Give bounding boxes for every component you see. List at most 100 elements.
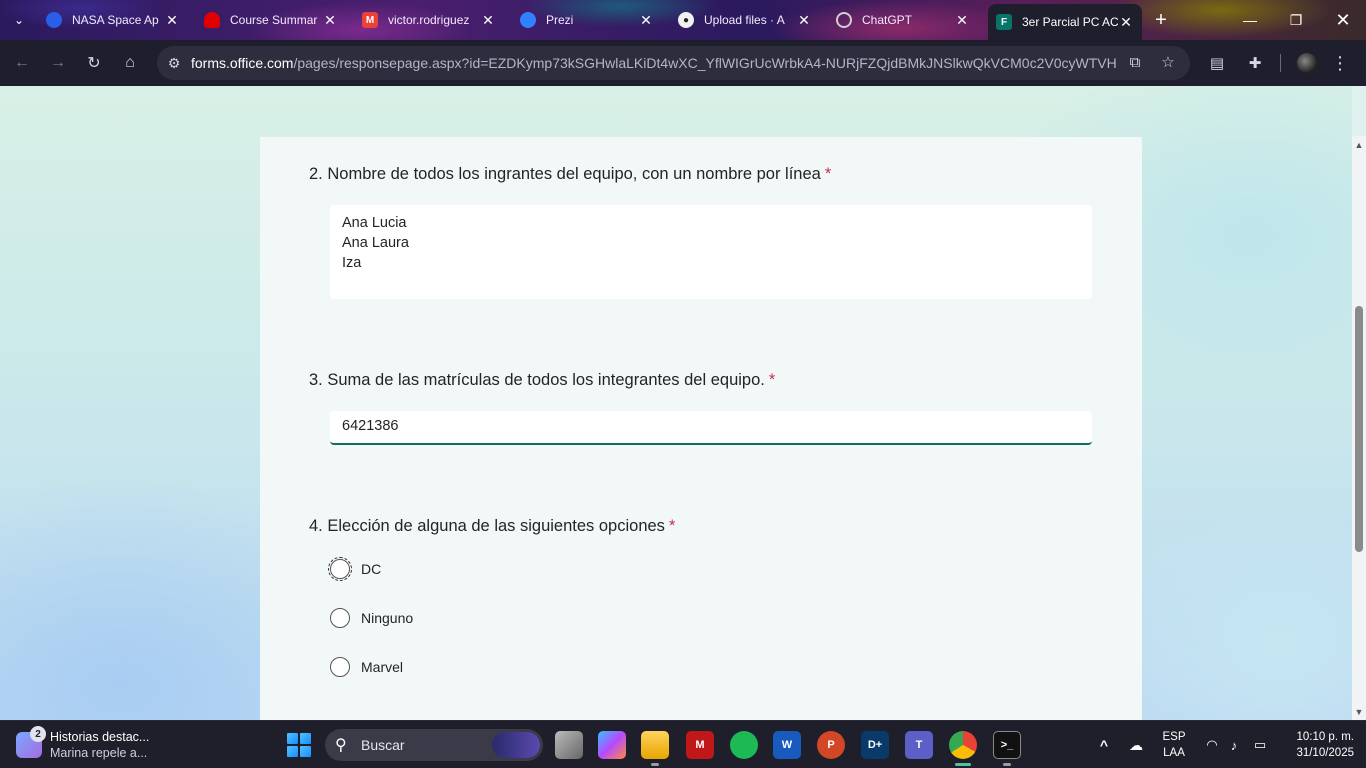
option-marvel[interactable]: Marvel — [330, 655, 403, 679]
scroll-thumb[interactable] — [1355, 306, 1363, 552]
option-label: DC — [361, 561, 382, 577]
mcafee-icon[interactable]: M — [686, 731, 714, 759]
question-4-title: 4. Elección de alguna de las siguientes … — [309, 517, 675, 536]
question-text: Nombre de todos los ingrantes del equipo… — [327, 165, 821, 183]
disney-plus-icon[interactable]: D+ — [861, 731, 889, 759]
onedrive-icon[interactable]: ☁ — [1122, 731, 1150, 759]
search-icon: ⚲ — [335, 737, 347, 754]
option-dc[interactable]: DC — [328, 557, 382, 581]
powerpoint-icon[interactable]: P — [817, 731, 845, 759]
extensions-puzzle-icon[interactable]: ✚ — [1243, 51, 1267, 75]
windows-start-icon[interactable] — [287, 733, 311, 757]
spotify-icon[interactable] — [730, 731, 758, 759]
gmail-icon: M — [362, 12, 378, 28]
close-icon[interactable]: ✕ — [164, 12, 180, 28]
bookmark-star-icon[interactable]: ☆ — [1157, 51, 1179, 73]
tab-chatgpt[interactable]: ChatGPT ✕ — [828, 6, 978, 34]
question-3-title: 3. Suma de las matrículas de todos los i… — [309, 371, 775, 390]
tab-github[interactable]: ● Upload files · A ✕ — [670, 6, 820, 34]
answer-value: 6421386 — [342, 418, 399, 434]
url-domain: forms.office.com — [191, 55, 294, 71]
tab-prezi[interactable]: Prezi ✕ — [512, 6, 662, 34]
redhat-icon — [204, 12, 220, 28]
chatgpt-icon — [836, 12, 852, 28]
more-menu-icon[interactable]: ⋮ — [1328, 51, 1352, 75]
minimize-icon[interactable]: — — [1238, 8, 1262, 32]
notification-badge: 2 — [30, 726, 46, 742]
close-icon[interactable]: ✕ — [322, 12, 338, 28]
close-icon[interactable]: ✕ — [638, 12, 654, 28]
battery-icon[interactable]: ▭ — [1246, 731, 1274, 759]
show-hidden-icons-chevron-icon[interactable]: ^ — [1090, 731, 1118, 759]
page-viewport: 2. Nombre de todos los ingrantes del equ… — [0, 86, 1352, 720]
volume-icon[interactable]: ♪ — [1220, 731, 1248, 759]
file-explorer-icon[interactable] — [641, 731, 669, 759]
tab-nasa[interactable]: NASA Space Ap ✕ — [38, 6, 188, 34]
close-window-icon[interactable]: ✕ — [1331, 8, 1355, 32]
search-highlight-image — [492, 732, 540, 758]
clock-time: 10:10 p. m. — [1296, 731, 1354, 743]
system-clock[interactable]: 10:10 p. m. 31/10/2025 — [1280, 729, 1354, 761]
home-icon[interactable]: ⌂ — [118, 51, 142, 75]
tab-search-chevron-icon[interactable]: ⌄ — [8, 10, 30, 30]
close-icon[interactable]: ✕ — [796, 12, 812, 28]
option-ninguno[interactable]: Ninguno — [330, 606, 413, 630]
tab-course-summary[interactable]: Course Summar ✕ — [196, 6, 346, 34]
address-bar[interactable]: ⚙ forms.office.com/pages/responsepage.as… — [157, 46, 1190, 80]
question-3-input[interactable]: 6421386 — [330, 411, 1092, 445]
widgets-icon: 2 — [16, 726, 46, 758]
prezi-icon — [520, 12, 536, 28]
tab-title: ChatGPT — [862, 13, 913, 27]
terminal-icon[interactable]: >_ — [993, 731, 1021, 759]
url-path: /pages/responsepage.aspx?id=EZDKymp73kSG… — [293, 55, 1116, 71]
back-arrow-icon[interactable]: ← — [10, 51, 34, 75]
required-asterisk: * — [824, 165, 832, 183]
question-text: Elección de alguna de las siguientes opc… — [327, 517, 665, 535]
answer-line: Iza — [342, 255, 362, 271]
radio-button[interactable] — [330, 657, 350, 677]
printer-icon[interactable]: ▤ — [1205, 51, 1229, 75]
taskbar-search[interactable]: ⚲ Buscar — [325, 729, 543, 761]
input-language[interactable]: ESP LAA — [1160, 729, 1188, 761]
tab-title: victor.rodriguez — [388, 13, 470, 27]
tab-gmail[interactable]: M victor.rodriguez ✕ — [354, 6, 504, 34]
news-title: Historias destac... — [50, 730, 150, 744]
tab-title: NASA Space Ap — [72, 13, 159, 27]
nasa-icon — [46, 12, 62, 28]
search-label: Buscar — [361, 737, 405, 753]
page-scrollbar[interactable]: ▲ ▼ — [1352, 136, 1366, 720]
scroll-down-arrow-icon[interactable]: ▼ — [1352, 705, 1366, 719]
site-info-icon[interactable]: ⚙ — [157, 55, 191, 72]
question-2-textarea[interactable]: Ana Lucia Ana Laura Iza — [330, 205, 1092, 299]
new-tab-plus-icon[interactable]: + — [1149, 8, 1173, 32]
toolbar-divider — [1280, 54, 1281, 72]
reload-icon[interactable]: ↻ — [82, 51, 106, 75]
chrome-icon[interactable] — [949, 731, 977, 759]
required-asterisk: * — [668, 517, 676, 535]
github-icon: ● — [678, 12, 694, 28]
teams-icon[interactable]: T — [905, 731, 933, 759]
radio-button[interactable] — [328, 557, 352, 581]
close-icon[interactable]: ✕ — [954, 12, 970, 28]
url-text: forms.office.com/pages/responsepage.aspx… — [191, 55, 1116, 71]
forms-icon: F — [996, 14, 1012, 30]
close-icon[interactable]: ✕ — [1118, 14, 1134, 30]
tab-forms-active[interactable]: F 3er Parcial PC AC ✕ — [988, 4, 1142, 40]
copilot-icon[interactable] — [598, 731, 626, 759]
scroll-up-arrow-icon[interactable]: ▲ — [1352, 138, 1366, 152]
restore-icon[interactable]: ❐ — [1284, 8, 1308, 32]
tab-title: 3er Parcial PC AC — [1022, 15, 1118, 29]
question-number: 2. — [309, 165, 323, 183]
lang-bottom: LAA — [1163, 747, 1185, 759]
install-app-icon[interactable]: ⧉ — [1124, 51, 1146, 73]
profile-avatar[interactable] — [1297, 53, 1317, 73]
task-view-icon[interactable] — [555, 731, 583, 759]
forward-arrow-icon[interactable]: → — [46, 51, 70, 75]
question-number: 4. — [309, 517, 323, 535]
word-icon[interactable]: W — [773, 731, 801, 759]
question-2-title: 2. Nombre de todos los ingrantes del equ… — [309, 165, 831, 184]
question-text: Suma de las matrículas de todos los inte… — [327, 371, 765, 389]
radio-button[interactable] — [330, 608, 350, 628]
news-widget[interactable]: 2 Historias destac... Marina repele a... — [16, 726, 256, 763]
close-icon[interactable]: ✕ — [480, 12, 496, 28]
